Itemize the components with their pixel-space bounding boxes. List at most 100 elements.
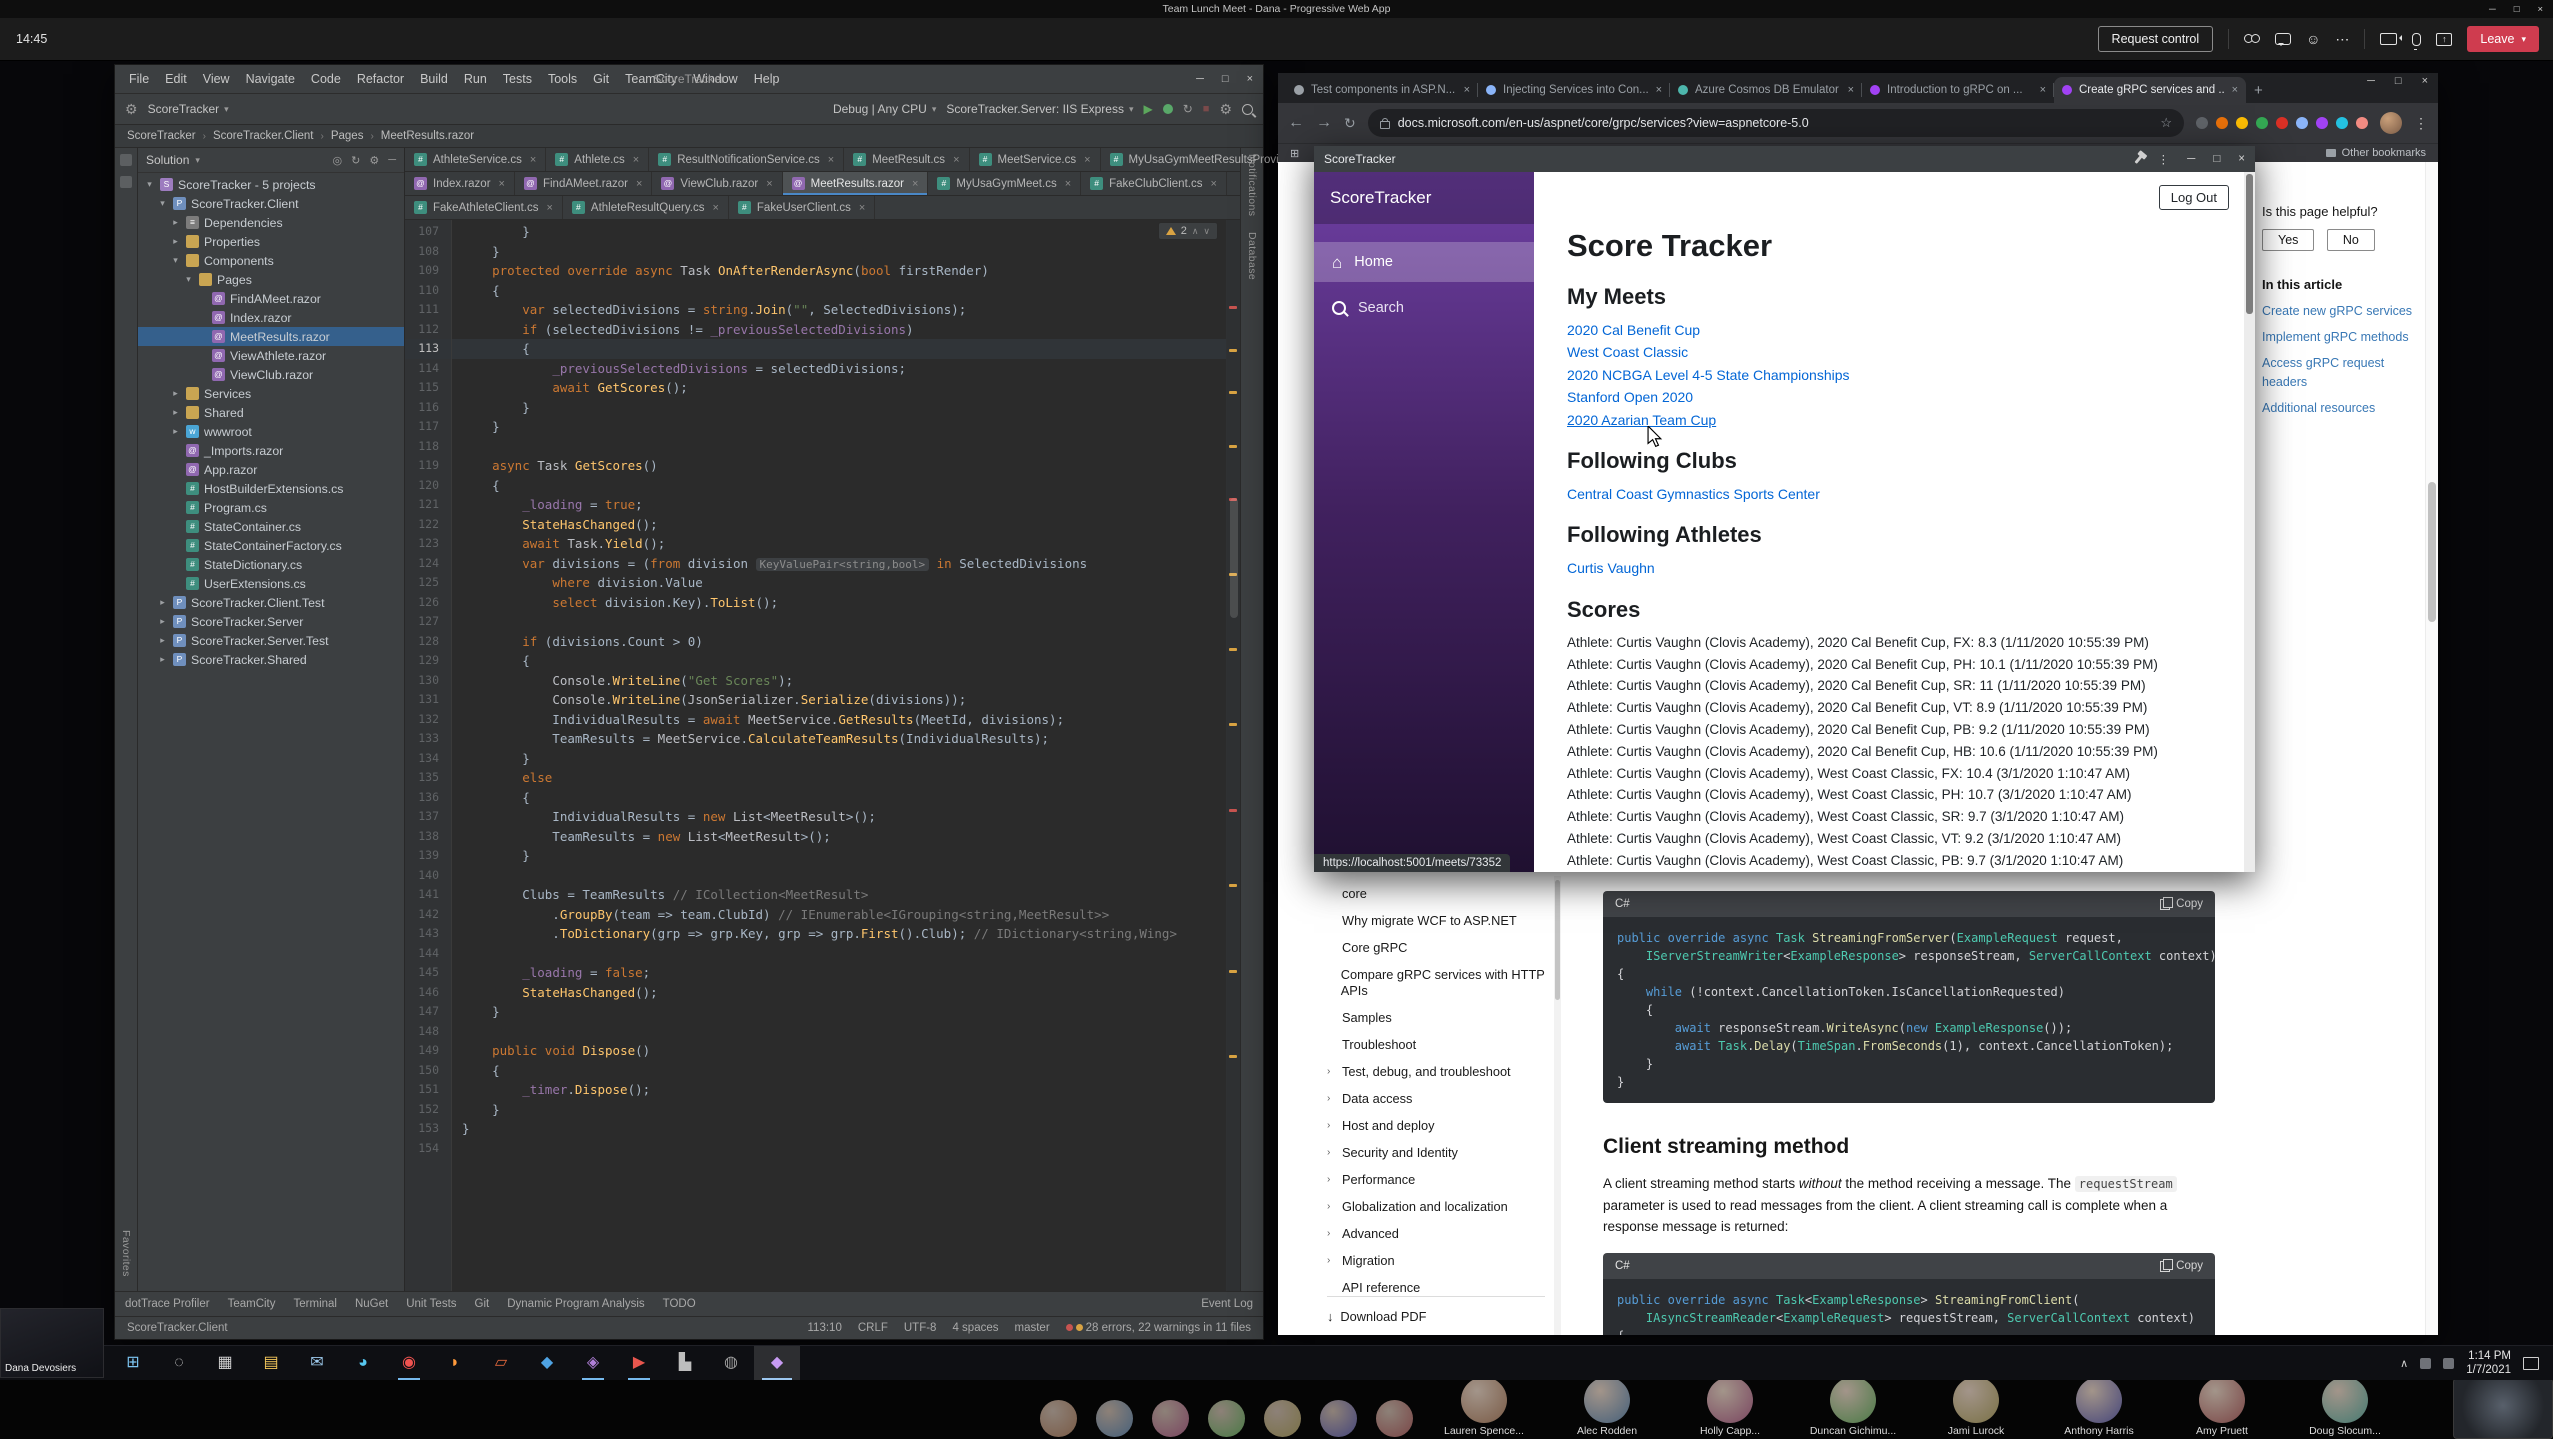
feedback-no-button[interactable]: No	[2327, 229, 2375, 251]
close-tab-icon[interactable]: ×	[828, 154, 834, 166]
menu-edit[interactable]: Edit	[157, 72, 195, 86]
participant-video[interactable]: Lauren Spence...	[1432, 1377, 1536, 1437]
explorer-item[interactable]: ▸Properties	[138, 232, 404, 251]
network-icon[interactable]	[2420, 1358, 2431, 1369]
search-everywhere-icon[interactable]	[1242, 104, 1253, 115]
browser-tab[interactable]: Test components in ASP.N...×	[1286, 77, 1478, 103]
extension-icon[interactable]	[2356, 117, 2368, 129]
taskbar-start[interactable]: ⊞	[110, 1346, 156, 1380]
chevron-down-icon[interactable]: ▾	[2521, 34, 2526, 45]
hide-icon[interactable]: ─	[388, 154, 396, 167]
feedback-yes-button[interactable]: Yes	[2262, 229, 2314, 251]
breadcrumb-item[interactable]: Pages	[331, 130, 364, 142]
close-tab-icon[interactable]: ×	[633, 154, 639, 166]
browser-menu-icon[interactable]: ⋮	[2414, 115, 2428, 132]
solution-selector[interactable]: ScoreTracker▾	[148, 102, 229, 116]
meet-link[interactable]: Stanford Open 2020	[1567, 386, 2255, 408]
run-config-selector[interactable]: ScoreTracker.Server: IIS Express▾	[946, 102, 1133, 116]
docs-nav-item[interactable]: ›Advanced	[1327, 1220, 1545, 1247]
participant-video[interactable]: Duncan Gichimu...	[1801, 1377, 1905, 1437]
error-stripe[interactable]	[1226, 220, 1240, 1291]
taskbar-chrome[interactable]: ◉	[386, 1346, 432, 1380]
toolwindow-button[interactable]: Event Log	[1201, 1298, 1253, 1310]
participant-video[interactable]: Jami Lurock	[1924, 1377, 2028, 1437]
file-encoding[interactable]: UTF-8	[904, 1322, 937, 1334]
participant-video[interactable]: Amy Pruett	[2170, 1377, 2274, 1437]
explorer-item[interactable]: #HostBuilderExtensions.cs	[138, 479, 404, 498]
leave-button[interactable]: Leave▾	[2467, 26, 2539, 52]
docs-nav-item[interactable]: ›Data access	[1327, 1085, 1545, 1112]
stop-button[interactable]: ■	[1203, 103, 1210, 115]
participant-video[interactable]	[1208, 1400, 1245, 1437]
menu-window[interactable]: Window	[685, 72, 745, 86]
menu-build[interactable]: Build	[412, 72, 456, 86]
request-control-button[interactable]: Request control	[2098, 26, 2214, 52]
docs-nav-item[interactable]: ›Test, debug, and troubleshoot	[1327, 1058, 1545, 1085]
page-scrollbar[interactable]	[2425, 162, 2438, 1335]
explorer-item[interactable]: ▸Services	[138, 384, 404, 403]
toolwindow-button[interactable]: Terminal	[294, 1298, 337, 1310]
menu-git[interactable]: Git	[585, 72, 617, 86]
close-tab-icon[interactable]: ×	[1464, 84, 1470, 96]
taskbar-visual-studio[interactable]: ◈	[570, 1346, 616, 1380]
close-tab-icon[interactable]: ×	[636, 178, 642, 190]
back-icon[interactable]: ←	[1288, 114, 1304, 132]
article-link[interactable]: Access gRPC request headers	[2262, 354, 2426, 392]
editor-tab[interactable]: #AthleteService.cs×	[405, 148, 546, 171]
minimize-icon[interactable]: ─	[1196, 73, 1204, 85]
taskbar-rider[interactable]: ▶	[616, 1346, 662, 1380]
pin-icon[interactable]	[2134, 155, 2142, 164]
close-tab-icon[interactable]: ×	[859, 202, 865, 214]
explorer-item[interactable]: ▸PScoreTracker.Server	[138, 612, 404, 631]
taskbar-search[interactable]: ◌	[156, 1346, 202, 1380]
code-lang-tab[interactable]: C#	[1615, 1260, 1630, 1272]
meet-link[interactable]: West Coast Classic	[1567, 341, 2255, 363]
editor-tab[interactable]: @ViewClub.razor×	[652, 172, 782, 195]
new-tab-button[interactable]: +	[2254, 82, 2263, 99]
menu-tools[interactable]: Tools	[540, 72, 585, 86]
structure-stripe-icon[interactable]	[120, 176, 132, 188]
maximize-icon[interactable]: □	[2514, 4, 2520, 15]
meet-link[interactable]: 2020 NCBGA Level 4-5 State Championships	[1567, 364, 2255, 386]
bookmark-star-icon[interactable]: ☆	[2160, 115, 2172, 131]
docs-nav-item[interactable]: Troubleshoot	[1327, 1031, 1545, 1058]
apps-icon[interactable]: ⊞	[1290, 147, 1299, 160]
explorer-item[interactable]: ▾Components	[138, 251, 404, 270]
menu-help[interactable]: Help	[746, 72, 788, 86]
taskbar-obs[interactable]: ◍	[708, 1346, 754, 1380]
taskbar-clock[interactable]: 1:14 PM 1/7/2021	[2466, 1349, 2511, 1377]
caret-position[interactable]: 113:10	[808, 1322, 842, 1334]
browser-tab[interactable]: Create gRPC services and ...×	[2054, 77, 2246, 103]
maximize-icon[interactable]: □	[2395, 75, 2402, 87]
build-icon[interactable]: ⚙	[125, 102, 138, 116]
close-icon[interactable]: ×	[2422, 75, 2428, 87]
toolwindow-button[interactable]: dotTrace Profiler	[125, 1298, 210, 1310]
maximize-icon[interactable]: □	[1222, 73, 1229, 85]
explorer-item[interactable]: ▸Shared	[138, 403, 404, 422]
explorer-item[interactable]: #StateDictionary.cs	[138, 555, 404, 574]
participant-video[interactable]	[1152, 1400, 1189, 1437]
toolwindow-tab[interactable]: Database	[1246, 232, 1258, 280]
participant-video[interactable]: Anthony Harris	[2047, 1377, 2151, 1437]
docs-nav-item[interactable]: Core gRPC	[1327, 934, 1545, 961]
page-url[interactable]: docs.microsoft.com/en-us/aspnet/core/grp…	[1398, 116, 2153, 130]
athlete-link[interactable]: Curtis Vaughn	[1567, 557, 2255, 579]
taskbar-edge[interactable]: ◕	[340, 1346, 386, 1380]
explorer-view-selector[interactable]: Solution	[146, 153, 189, 167]
toolwindow-button[interactable]: TODO	[663, 1298, 696, 1310]
extension-icon[interactable]	[2196, 117, 2208, 129]
breadcrumb-item[interactable]: ScoreTracker.Client	[213, 130, 314, 142]
more-options-icon[interactable]: ⋯	[2335, 32, 2349, 46]
editor-tab[interactable]: @FindAMeet.razor×	[515, 172, 652, 195]
minimize-icon[interactable]: ─	[2367, 75, 2375, 87]
browser-tab[interactable]: Introduction to gRPC on ...×	[1862, 77, 2054, 103]
club-link[interactable]: Central Coast Gymnastics Sports Center	[1567, 483, 2255, 505]
camera-icon[interactable]	[2380, 33, 2397, 45]
app-brand[interactable]: ScoreTracker	[1314, 172, 1534, 224]
docs-nav-item[interactable]: ›Globalization and localization	[1327, 1193, 1545, 1220]
docs-nav-item[interactable]: Samples	[1327, 1004, 1545, 1031]
explorer-item[interactable]: @ViewAthlete.razor	[138, 346, 404, 365]
explorer-item[interactable]: ▸PScoreTracker.Shared	[138, 650, 404, 669]
close-tab-icon[interactable]: ×	[499, 178, 505, 190]
docs-nav-item[interactable]: core	[1327, 880, 1545, 907]
